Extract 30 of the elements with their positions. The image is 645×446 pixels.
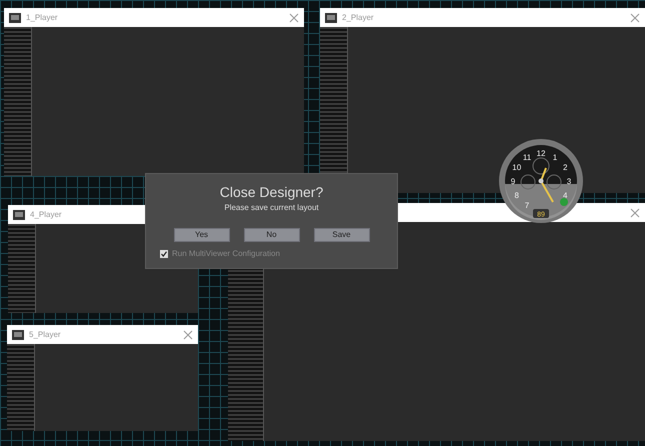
dialog-message: Please save current layout — [224, 202, 319, 214]
close-icon[interactable] — [183, 330, 193, 340]
checkbox-label: Run MultiViewer Configuration — [172, 248, 280, 260]
dialog-title: Close Designer? — [220, 184, 324, 200]
dialog-button[interactable]: No — [244, 228, 300, 242]
clock-numeral: 8 — [514, 191, 519, 200]
clock-numeral: 9 — [510, 177, 516, 186]
clock-numeral: 12 — [536, 149, 546, 158]
close-icon[interactable] — [289, 12, 299, 22]
dialog-button[interactable]: Save — [314, 228, 370, 242]
clock-numeral: 4 — [563, 191, 568, 200]
clock-numeral: 10 — [512, 163, 522, 172]
monitor-icon — [13, 210, 25, 220]
window-title: 5_Player — [29, 328, 61, 340]
clock-numeral: 1 — [552, 152, 558, 162]
window-title: 1_Player — [26, 12, 58, 24]
window-title: 4_Player — [30, 208, 62, 220]
monitor-icon — [12, 330, 24, 340]
close-icon[interactable] — [630, 208, 640, 218]
close-icon[interactable] — [630, 12, 640, 22]
checkmark-icon — [161, 251, 167, 257]
clock-numeral: 11 — [522, 152, 532, 162]
window-title: 2_Player — [342, 12, 374, 24]
clock-numeral: 2 — [563, 163, 568, 172]
dialog-button[interactable]: Yes — [174, 228, 230, 242]
monitor-icon — [9, 12, 21, 22]
monitor-icon — [325, 12, 337, 22]
checkbox[interactable] — [160, 250, 168, 258]
clock-numeral: 7 — [524, 201, 530, 210]
clock-numeral: 3 — [566, 177, 572, 186]
